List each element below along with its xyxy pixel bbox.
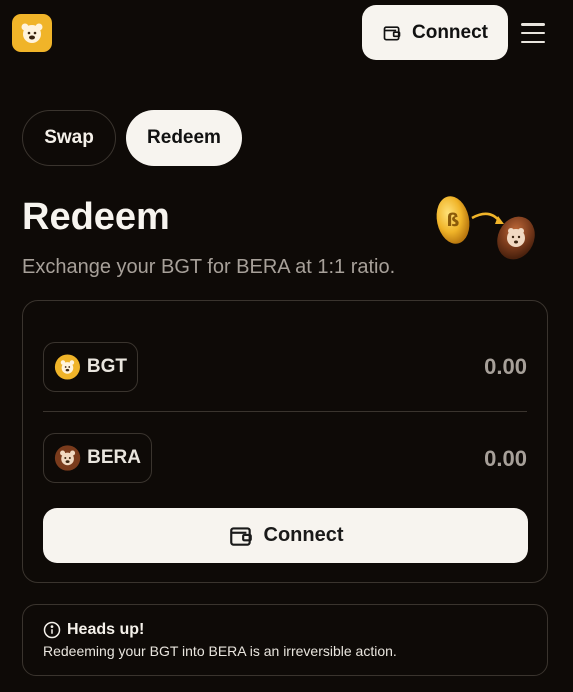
bgt-symbol: BGT	[86, 356, 127, 377]
divider	[43, 411, 527, 412]
wallet-icon	[229, 526, 252, 546]
header-connect-label: Connect	[412, 21, 488, 43]
header-connect-button[interactable]: Connect	[362, 5, 508, 60]
bgt-token-icon	[54, 354, 80, 380]
hamburger-menu-icon[interactable]	[519, 20, 547, 46]
connect-wallet-label: Connect	[263, 524, 344, 546]
bgt-amount[interactable]: 0.00	[484, 354, 527, 380]
bera-token-selector[interactable]: BERA	[43, 433, 152, 483]
redeem-page: Connect Swap Redeem Redeem Exchange your…	[0, 0, 573, 692]
bear-logo-icon	[21, 23, 43, 43]
svg-text:ß: ß	[447, 210, 460, 231]
notice-body: Redeeming your BGT into BERA is an irrev…	[43, 643, 397, 659]
heads-up-notice: Heads up! Redeeming your BGT into BERA i…	[22, 604, 548, 676]
bera-symbol: BERA	[87, 447, 141, 468]
page-title: Redeem	[22, 196, 170, 238]
bera-amount: 0.00	[484, 446, 527, 471]
notice-title: Heads up!	[67, 621, 145, 638]
app-logo[interactable]	[12, 14, 52, 52]
bera-token-icon	[54, 445, 81, 471]
bgt-to-bera-coins-illustration: ß	[436, 196, 535, 260]
notice-header: Heads up!	[43, 621, 527, 639]
bgt-token-selector[interactable]: BGT	[43, 342, 138, 392]
wallet-icon	[383, 25, 401, 41]
info-icon	[43, 621, 61, 639]
tab-redeem[interactable]: Redeem	[126, 110, 242, 166]
redeem-card: BGT 0.00 BERA 0.00 Connect	[22, 300, 548, 583]
connect-wallet-button[interactable]: Connect	[43, 508, 528, 563]
page-subtitle: Exchange your BGT for BERA at 1:1 ratio.	[22, 256, 396, 278]
tab-swap[interactable]: Swap	[22, 110, 116, 166]
